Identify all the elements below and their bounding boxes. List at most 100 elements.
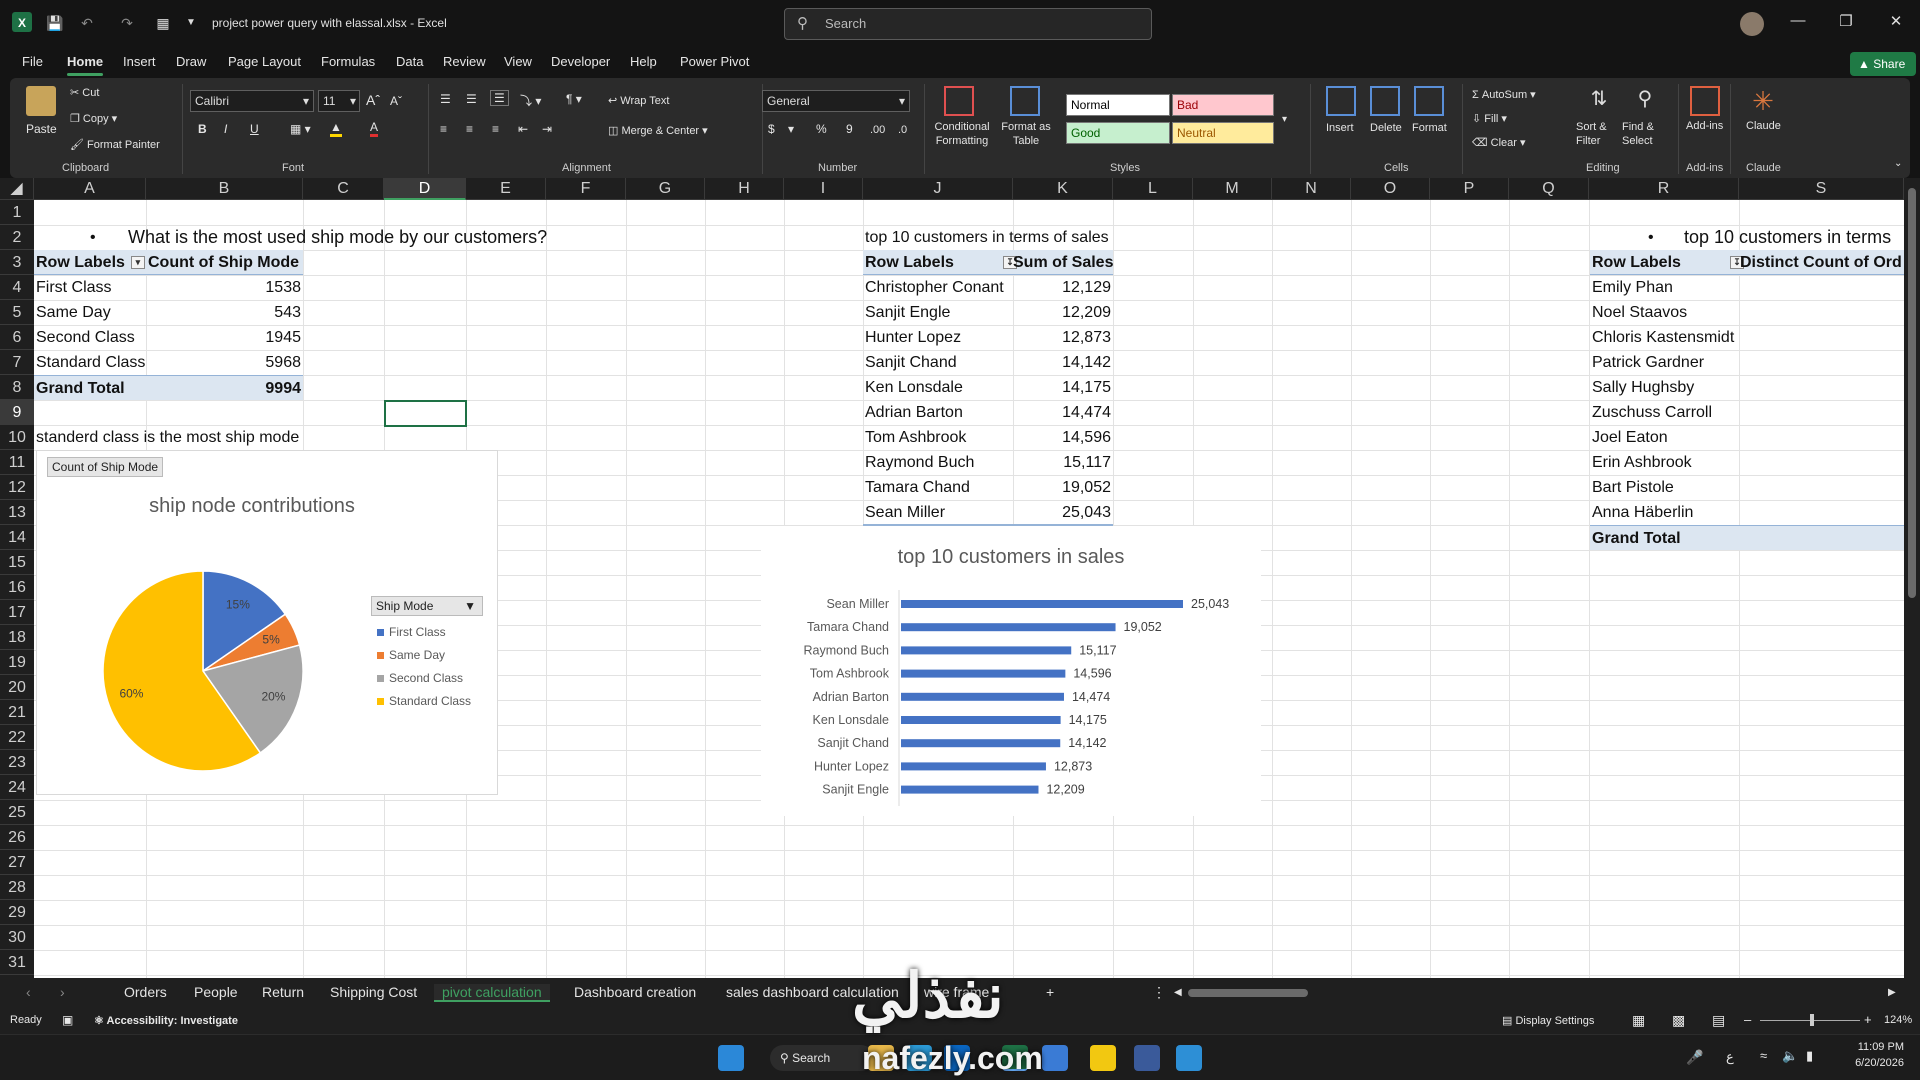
font-color-icon[interactable]: A <box>370 120 379 137</box>
sheet-tab[interactable]: Dashboard creation <box>574 984 696 1000</box>
grow-font-icon[interactable]: Aˆ <box>366 92 380 108</box>
app-icon[interactable] <box>1042 1045 1068 1071</box>
pivot-row-label[interactable]: Emily Phan <box>1592 275 1673 300</box>
bar-chart[interactable]: top 10 customers in sales Sean Miller 25,… <box>761 526 1261 816</box>
column-header[interactable]: S <box>1739 178 1904 200</box>
borders-icon[interactable]: ▦ ▾ <box>290 122 311 136</box>
italic-button[interactable]: I <box>224 122 227 136</box>
pie-chart[interactable]: Count of Ship Mode ship node contributio… <box>36 450 498 795</box>
decrease-indent-icon[interactable]: ⇤ <box>518 122 528 136</box>
paint-icon[interactable] <box>1176 1045 1202 1071</box>
font-size-select[interactable]: 11 ▾ <box>318 90 360 112</box>
delete-cells-icon[interactable] <box>1370 86 1400 116</box>
pivot-row-value[interactable]: 543 <box>146 300 301 325</box>
insert-cells-button[interactable]: Insert <box>1326 122 1354 134</box>
pivot-row-label[interactable]: Sanjit Engle <box>865 300 950 325</box>
column-header[interactable]: B <box>146 178 303 200</box>
row-header[interactable]: 26 <box>0 825 34 850</box>
format-cells-icon[interactable] <box>1414 86 1444 116</box>
conditional-formatting-button[interactable]: Conditional Formatting <box>930 120 994 148</box>
pivot-row-labels-header[interactable]: Row Labels <box>1592 250 1681 275</box>
sort-filter-icon[interactable]: ⇅ <box>1584 86 1614 116</box>
column-header[interactable]: A <box>34 178 146 200</box>
column-header[interactable]: F <box>546 178 626 200</box>
pivot-row-value[interactable]: 14,474 <box>1013 400 1111 425</box>
avatar[interactable] <box>1740 12 1764 36</box>
collapse-ribbon-icon[interactable]: ⌄ <box>1894 158 1902 169</box>
row-header[interactable]: 31 <box>0 950 34 975</box>
bold-button[interactable]: B <box>198 122 207 136</box>
cut-button[interactable]: ✂ Cut <box>70 86 99 99</box>
row-header[interactable]: 7 <box>0 350 34 375</box>
share-button[interactable]: ▲ Share <box>1850 52 1916 76</box>
column-header[interactable]: R <box>1589 178 1739 200</box>
paste-button[interactable]: Paste <box>26 122 57 136</box>
select-all-corner[interactable]: ◢ <box>0 178 34 200</box>
bar[interactable] <box>901 739 1061 748</box>
number-format-select[interactable]: General ▾ <box>762 90 910 112</box>
close-icon[interactable]: ✕ <box>1876 12 1916 30</box>
redo-icon[interactable]: ↷ <box>116 12 138 34</box>
pivot-row-label[interactable]: Erin Ashbrook <box>1592 450 1692 475</box>
row-header[interactable]: 10 <box>0 425 34 450</box>
page-layout-view-icon[interactable]: ▩ <box>1672 1012 1685 1029</box>
row-header[interactable]: 22 <box>0 725 34 750</box>
row-header[interactable]: 5 <box>0 300 34 325</box>
bar[interactable] <box>901 646 1072 655</box>
row-header[interactable]: 29 <box>0 900 34 925</box>
align-center-icon[interactable]: ≡ <box>466 122 473 136</box>
pivot-row-value[interactable]: 12,209 <box>1013 300 1111 325</box>
menu-help[interactable]: Help <box>630 54 657 69</box>
align-top-icon[interactable]: ☰ <box>440 92 451 106</box>
pivot-row-label[interactable]: Anna Häberlin <box>1592 500 1693 525</box>
claude-icon[interactable]: ✳ <box>1748 86 1778 116</box>
style-neutral[interactable]: Neutral <box>1172 122 1274 144</box>
next-sheet-icon[interactable]: › <box>60 984 65 1000</box>
bar[interactable] <box>901 785 1039 794</box>
worksheet-grid[interactable]: • What is the most used ship mode by our… <box>34 200 1904 978</box>
increase-decimal-icon[interactable]: .00 <box>870 124 885 136</box>
row-header[interactable]: 4 <box>0 275 34 300</box>
wrap-text-button[interactable]: ↩ Wrap Text <box>608 94 669 107</box>
column-header[interactable]: H <box>705 178 784 200</box>
clear-button[interactable]: ⌫ Clear ▾ <box>1472 136 1526 149</box>
selected-cell-d9[interactable] <box>384 400 467 427</box>
macro-record-icon[interactable]: ▣ <box>62 1013 73 1027</box>
row-header[interactable]: 23 <box>0 750 34 775</box>
menu-data[interactable]: Data <box>396 54 423 69</box>
menu-power-pivot[interactable]: Power Pivot <box>680 54 749 69</box>
row-header[interactable]: 6 <box>0 325 34 350</box>
autosum-button[interactable]: Σ AutoSum ▾ <box>1472 88 1536 101</box>
menu-file[interactable]: File <box>22 54 43 69</box>
font-name-select[interactable]: Calibri ▾ <box>190 90 314 112</box>
restore-icon[interactable]: ❐ <box>1826 12 1866 30</box>
style-normal[interactable]: Normal <box>1066 94 1170 116</box>
pivot-row-value[interactable]: 14,596 <box>1013 425 1111 450</box>
pivot-row-label[interactable]: Adrian Barton <box>865 400 963 425</box>
pivot-row-value[interactable]: 1538 <box>146 275 301 300</box>
pivot-row-label[interactable]: Tom Ashbrook <box>865 425 966 450</box>
column-header[interactable]: G <box>626 178 705 200</box>
pivot-row-label[interactable]: Noel Staavos <box>1592 300 1687 325</box>
conditional-formatting-icon[interactable] <box>944 86 974 116</box>
bar[interactable] <box>901 716 1061 724</box>
menu-draw[interactable]: Draw <box>176 54 206 69</box>
more-options-icon[interactable]: ⋮ <box>1152 984 1166 1001</box>
pivot-grand-total-row[interactable]: Grand Total 9994 <box>34 375 303 400</box>
paste-icon[interactable] <box>26 86 56 116</box>
bar[interactable] <box>901 762 1046 771</box>
sheet-tab[interactable]: People <box>194 984 238 1000</box>
prev-sheet-icon[interactable]: ‹ <box>26 984 31 1000</box>
find-select-icon[interactable]: ⚲ <box>1630 86 1660 116</box>
column-header[interactable]: Q <box>1509 178 1589 200</box>
column-header[interactable]: M <box>1193 178 1272 200</box>
column-header[interactable]: O <box>1351 178 1430 200</box>
pivot-row-value[interactable]: 19,052 <box>1013 475 1111 500</box>
pivot-grand-total-row[interactable]: Grand Total <box>1590 525 1904 550</box>
search-input[interactable]: ⚲ Search <box>784 8 1152 40</box>
shrink-font-icon[interactable]: Aˇ <box>390 94 402 108</box>
pivot-row-label[interactable]: Ken Lonsdale <box>865 375 963 400</box>
format-painter-button[interactable]: 🖌 Format Painter <box>70 138 160 151</box>
hscroll-right-icon[interactable]: ▶ <box>1888 987 1896 998</box>
pivot-row-value[interactable]: 14,175 <box>1013 375 1111 400</box>
